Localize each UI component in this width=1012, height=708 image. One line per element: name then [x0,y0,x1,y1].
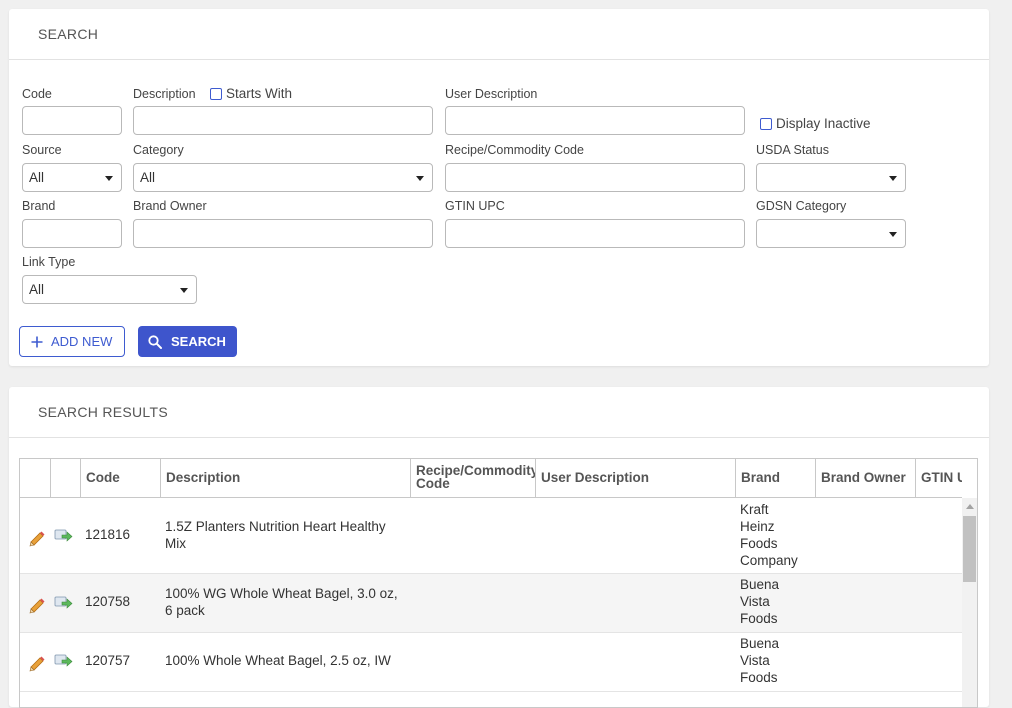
row-description-line2: Mix [165,536,186,551]
chevron-down-icon [180,288,188,293]
link-type-selected-value: All [29,282,45,297]
results-panel-title: SEARCH RESULTS [9,387,989,438]
description-label: Description [133,87,196,101]
category-label: Category [133,143,184,157]
pencil-icon[interactable] [27,528,47,548]
results-panel: SEARCH RESULTS Code Description Recipe/C… [9,387,989,708]
chevron-down-icon [889,176,897,181]
row-brand-line4: Company [740,553,798,568]
usda-status-label: USDA Status [756,143,829,157]
user-description-input[interactable] [445,106,745,135]
header-edit-col [20,459,51,498]
starts-with-checkbox[interactable]: Starts With [210,86,292,101]
row-brand-line1: Buena [740,636,780,651]
header-link-col [51,459,81,498]
code-input[interactable] [22,106,122,135]
chevron-down-icon [105,176,113,181]
magnifier-icon [148,334,162,349]
recipe-commodity-code-input[interactable] [445,163,745,192]
row-brand-line2: Vista [740,653,770,668]
link-type-label: Link Type [22,255,76,269]
header-gtin-upc[interactable]: GTIN U [916,459,962,498]
gdsn-category-label: GDSN Category [756,199,847,213]
chevron-down-icon [416,176,424,181]
display-inactive-checkbox[interactable]: Display Inactive [760,116,871,131]
brand-input[interactable] [22,219,122,248]
display-inactive-label: Display Inactive [776,116,871,131]
add-new-label: ADD NEW [51,334,113,349]
header-brand[interactable]: Brand [736,459,816,498]
gtin-upc-label: GTIN UPC [445,199,505,213]
recipe-commodity-code-label: Recipe/Commodity Code [445,143,584,157]
row-code: 121816 [85,527,131,542]
header-description[interactable]: Description [161,459,411,498]
link-arrow-icon[interactable] [53,525,73,545]
link-arrow-icon[interactable] [53,592,73,612]
search-button-label: SEARCH [171,334,226,349]
header-code[interactable]: Code [81,459,161,498]
row-code: 120757 [85,653,131,668]
row-brand-line3: Foods [740,611,778,626]
row-brand-line1: Kraft [740,502,769,517]
table-row[interactable]: 120757 100% Whole Wheat Bagel, 2.5 oz, I… [20,633,962,692]
row-description-line1: 1.5Z Planters Nutrition Heart Healthy [165,519,386,534]
scroll-up-arrow-icon[interactable] [966,504,974,509]
description-input[interactable] [133,106,433,135]
pencil-icon[interactable] [27,595,47,615]
search-button[interactable]: SEARCH [138,326,237,357]
header-recipe-line2: Code [416,476,450,491]
category-select[interactable]: All [133,163,433,192]
search-panel-title: SEARCH [9,9,989,60]
row-brand-line3: Foods [740,536,778,551]
row-description-line1: 100% WG Whole Wheat Bagel, 3.0 oz, [165,586,398,601]
grid-header: Code Description Recipe/Commodity Code U… [20,459,962,498]
link-arrow-icon[interactable] [53,650,73,670]
plus-icon [31,336,43,347]
source-select[interactable]: All [22,163,122,192]
search-panel: SEARCH Code Description Starts With User… [9,9,989,366]
pencil-icon[interactable] [27,653,47,673]
source-label: Source [22,143,62,157]
row-description-line2: 6 pack [165,603,205,618]
brand-owner-input[interactable] [133,219,433,248]
user-description-label: User Description [445,87,538,101]
table-row[interactable]: 121816 1.5Z Planters Nutrition Heart Hea… [20,498,962,574]
brand-owner-label: Brand Owner [133,199,207,213]
header-user-description[interactable]: User Description [536,459,736,498]
row-description-line1: 100% Whole Wheat Bagel, 2.5 oz, IW [165,653,391,668]
chevron-down-icon [889,232,897,237]
category-selected-value: All [140,170,156,185]
row-code: 120758 [85,594,131,609]
results-grid: Code Description Recipe/Commodity Code U… [19,458,978,708]
gdsn-category-select[interactable] [756,219,906,248]
display-inactive-checkbox-box[interactable] [760,118,772,130]
row-brand-line1: Buena [740,577,780,592]
row-brand-line3: Foods [740,670,778,685]
starts-with-label: Starts With [226,86,293,101]
header-recipe-commodity-code[interactable]: Recipe/Commodity Code [411,459,536,498]
brand-label: Brand [22,199,56,213]
table-row[interactable]: 120758 100% WG Whole Wheat Bagel, 3.0 oz… [20,574,962,633]
code-label: Code [22,87,52,101]
gtin-upc-input[interactable] [445,219,745,248]
starts-with-checkbox-box[interactable] [210,88,222,100]
scrollbar-thumb[interactable] [963,516,976,582]
header-brand-owner[interactable]: Brand Owner [816,459,916,498]
add-new-button[interactable]: ADD NEW [19,326,125,357]
row-brand-line2: Heinz [740,519,775,534]
link-type-select[interactable]: All [22,275,197,304]
source-selected-value: All [29,170,45,185]
row-brand-line2: Vista [740,594,770,609]
vertical-scrollbar[interactable] [962,498,977,707]
usda-status-select[interactable] [756,163,906,192]
